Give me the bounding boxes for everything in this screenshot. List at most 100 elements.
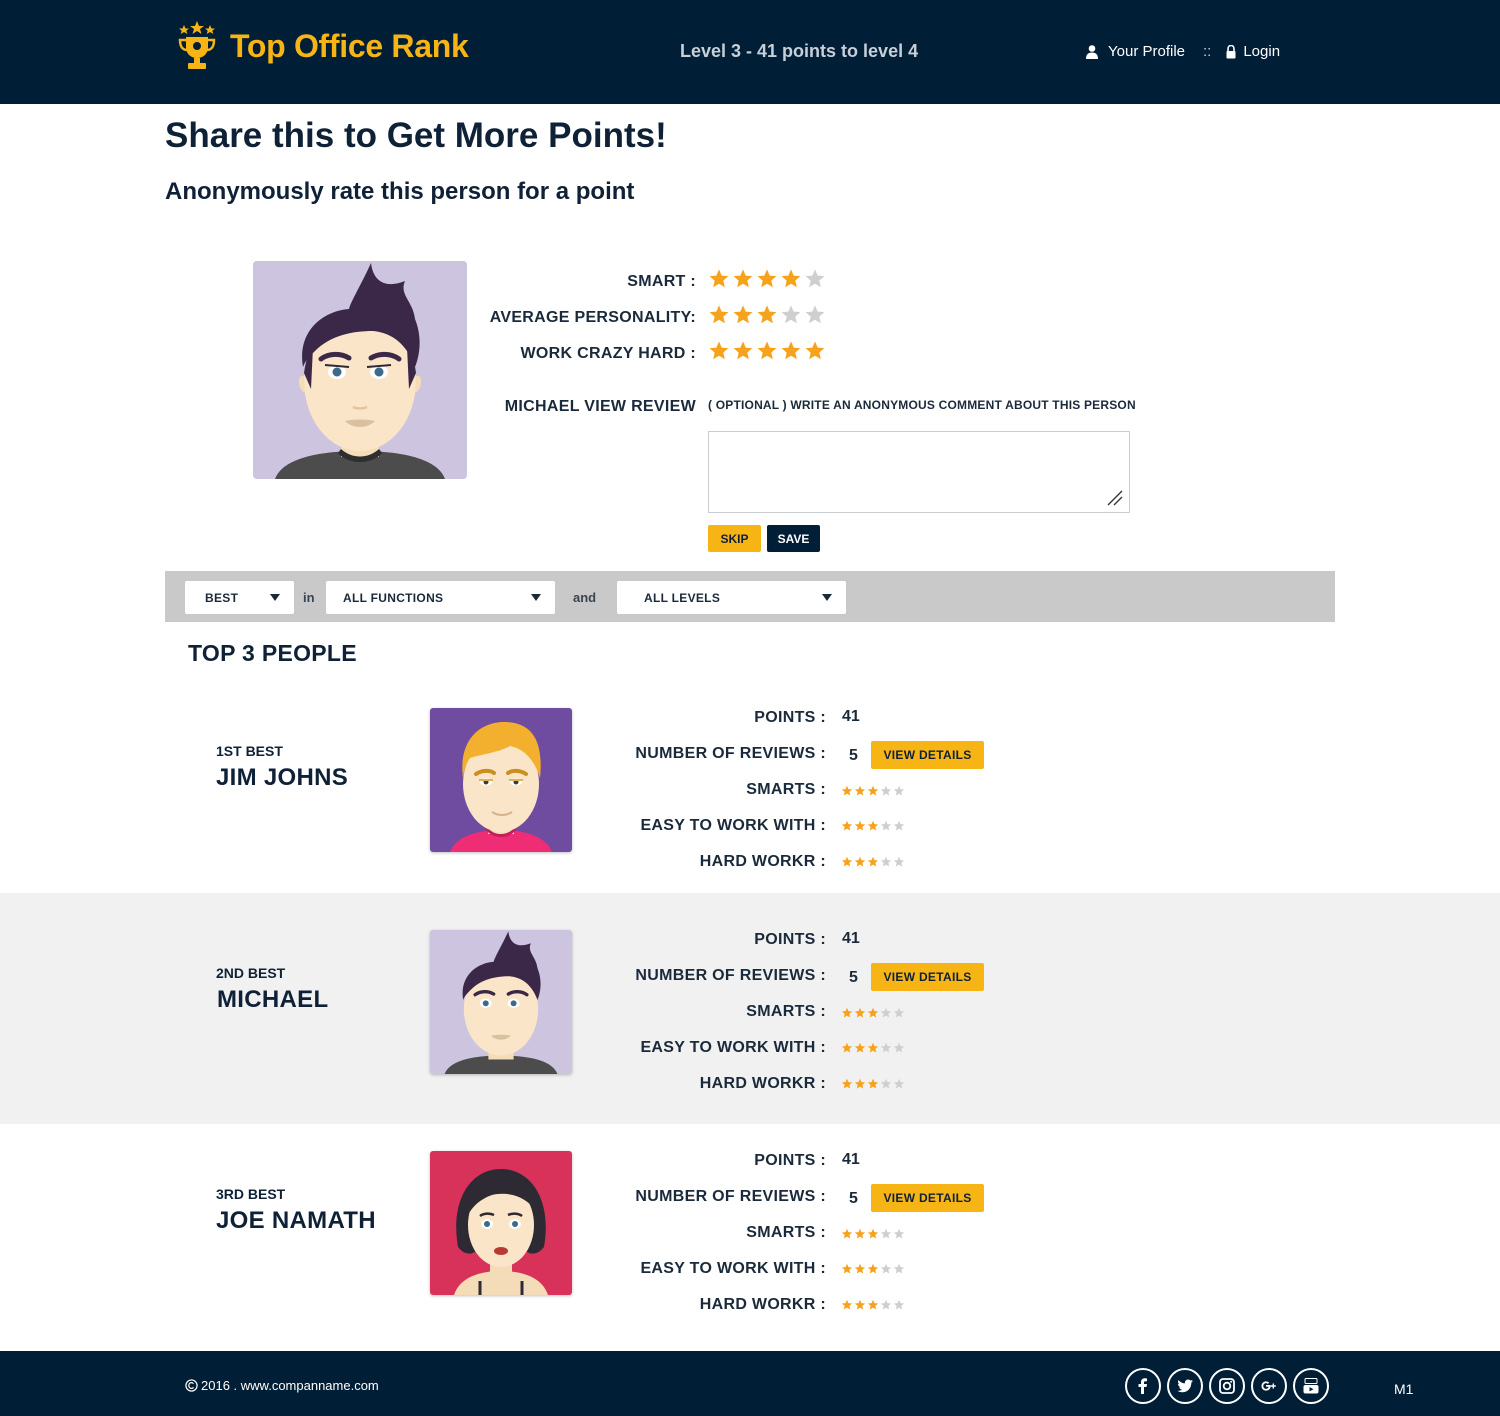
star-filled-icon[interactable] <box>804 340 826 362</box>
social-links <box>1125 1368 1329 1404</box>
hard-label: HARD WORKR : <box>699 1296 826 1313</box>
star-empty-icon <box>893 1228 905 1239</box>
star-empty-icon[interactable] <box>804 268 826 290</box>
star-empty-icon <box>893 820 905 831</box>
star-filled-icon <box>854 1299 866 1310</box>
star-empty-icon <box>880 1228 892 1239</box>
star-filled-icon[interactable] <box>732 304 754 326</box>
reviews-label: NUMBER OF REVIEWS : <box>635 1188 826 1205</box>
view-details-button[interactable]: VIEW DETAILS <box>871 741 984 769</box>
person-rank: 3RD BEST <box>216 1186 286 1202</box>
chevron-down-icon <box>270 594 280 601</box>
function-select[interactable]: ALL FUNCTIONS <box>326 581 555 614</box>
copyright-icon <box>185 1379 198 1392</box>
star-filled-icon <box>841 1228 853 1239</box>
star-filled-icon <box>841 1042 853 1053</box>
review-label: MICHAEL VIEW REVIEW <box>504 398 696 415</box>
rank-select[interactable]: BEST <box>185 581 294 614</box>
filter-bar: BEST in ALL FUNCTIONS and ALL LEVELS <box>165 571 1335 622</box>
star-filled-icon[interactable] <box>732 340 754 362</box>
star-empty-icon <box>880 1299 892 1310</box>
hard-label: HARD WORKR : <box>699 853 826 870</box>
reviews-value: 5 <box>849 1190 858 1207</box>
rating-stars-smart[interactable] <box>708 268 826 290</box>
points-value: 41 <box>842 1151 860 1168</box>
easy-label: EASY TO WORK WITH : <box>640 817 826 834</box>
star-empty-icon <box>880 785 892 796</box>
star-filled-icon <box>854 1228 866 1239</box>
youtube-icon[interactable] <box>1293 1368 1329 1404</box>
rating-stars-work-hard[interactable] <box>708 340 826 362</box>
level-select[interactable]: ALL LEVELS <box>617 581 846 614</box>
star-filled-icon[interactable] <box>756 268 778 290</box>
instagram-icon[interactable] <box>1209 1368 1245 1404</box>
star-filled-icon <box>854 820 866 831</box>
star-filled-icon <box>867 1228 879 1239</box>
star-filled-icon <box>867 1042 879 1053</box>
star-filled-icon <box>867 1263 879 1274</box>
hard-stars <box>841 1078 905 1090</box>
login-link[interactable]: Login <box>1243 43 1280 60</box>
star-filled-icon[interactable] <box>780 340 802 362</box>
page-subtitle: Anonymously rate this person for a point <box>165 178 635 205</box>
star-filled-icon <box>841 1078 853 1089</box>
chevron-down-icon <box>531 594 541 601</box>
person-row-3: 3RD BEST JOE NAMATH POINTS : 41 NUMBER O… <box>0 1124 1500 1351</box>
lock-icon <box>1226 44 1236 58</box>
facebook-icon[interactable] <box>1125 1368 1161 1404</box>
footer: 2016 . www.companname.com M1 <box>0 1351 1500 1416</box>
star-empty-icon <box>880 1263 892 1274</box>
star-filled-icon <box>841 1263 853 1274</box>
star-filled-icon[interactable] <box>732 268 754 290</box>
nav-separator: :: <box>1203 43 1212 60</box>
star-filled-icon <box>841 1299 853 1310</box>
person-name: MICHAEL <box>217 986 329 1013</box>
hard-stars <box>841 1299 905 1311</box>
star-filled-icon[interactable] <box>708 268 730 290</box>
function-select-value: ALL FUNCTIONS <box>343 590 444 605</box>
skip-button[interactable]: SKIP <box>708 525 761 552</box>
anonymous-comment-input[interactable] <box>708 431 1130 513</box>
star-filled-icon[interactable] <box>756 304 778 326</box>
view-details-button[interactable]: VIEW DETAILS <box>871 1184 984 1212</box>
rating-stars-personality[interactable] <box>708 304 826 326</box>
star-filled-icon <box>867 1299 879 1310</box>
logo[interactable]: Top Office Rank <box>176 20 469 72</box>
star-filled-icon <box>867 820 879 831</box>
smarts-label: SMARTS : <box>746 781 826 798</box>
star-empty-icon <box>880 856 892 867</box>
level-status: Level 3 - 41 points to level 4 <box>680 41 919 61</box>
star-filled-icon[interactable] <box>708 304 730 326</box>
person-name: JOE NAMATH <box>216 1207 376 1234</box>
star-filled-icon <box>854 785 866 796</box>
star-filled-icon <box>854 1042 866 1053</box>
smarts-stars <box>841 785 905 797</box>
star-empty-icon[interactable] <box>804 304 826 326</box>
rated-person-avatar <box>253 261 467 479</box>
star-empty-icon[interactable] <box>780 304 802 326</box>
rating-label-personality: AVERAGE PERSONALITY: <box>489 309 696 326</box>
save-button[interactable]: SAVE <box>767 525 820 552</box>
star-filled-icon[interactable] <box>708 340 730 362</box>
view-details-button[interactable]: VIEW DETAILS <box>871 963 984 991</box>
reviews-value: 5 <box>849 747 858 764</box>
star-empty-icon <box>880 1007 892 1018</box>
twitter-icon[interactable] <box>1167 1368 1203 1404</box>
rank-select-value: BEST <box>205 590 239 605</box>
person-row-2: 2ND BEST MICHAEL POINTS : 41 NUMBER OF R… <box>0 893 1500 1124</box>
easy-label: EASY TO WORK WITH : <box>640 1039 826 1056</box>
star-empty-icon <box>880 1042 892 1053</box>
google-plus-icon[interactable] <box>1251 1368 1287 1404</box>
star-filled-icon[interactable] <box>780 268 802 290</box>
easy-stars <box>841 1263 905 1275</box>
reviews-value: 5 <box>849 969 858 986</box>
your-profile-link[interactable]: Your Profile <box>1108 43 1185 60</box>
star-empty-icon <box>893 1042 905 1053</box>
rating-label-work-hard: WORK CRAZY HARD : <box>520 345 696 362</box>
brand-name: Top Office Rank <box>230 27 469 64</box>
easy-stars <box>841 1042 905 1054</box>
smarts-label: SMARTS : <box>746 1003 826 1020</box>
person-rank: 1ST BEST <box>216 743 283 759</box>
star-filled-icon[interactable] <box>756 340 778 362</box>
star-empty-icon <box>893 785 905 796</box>
